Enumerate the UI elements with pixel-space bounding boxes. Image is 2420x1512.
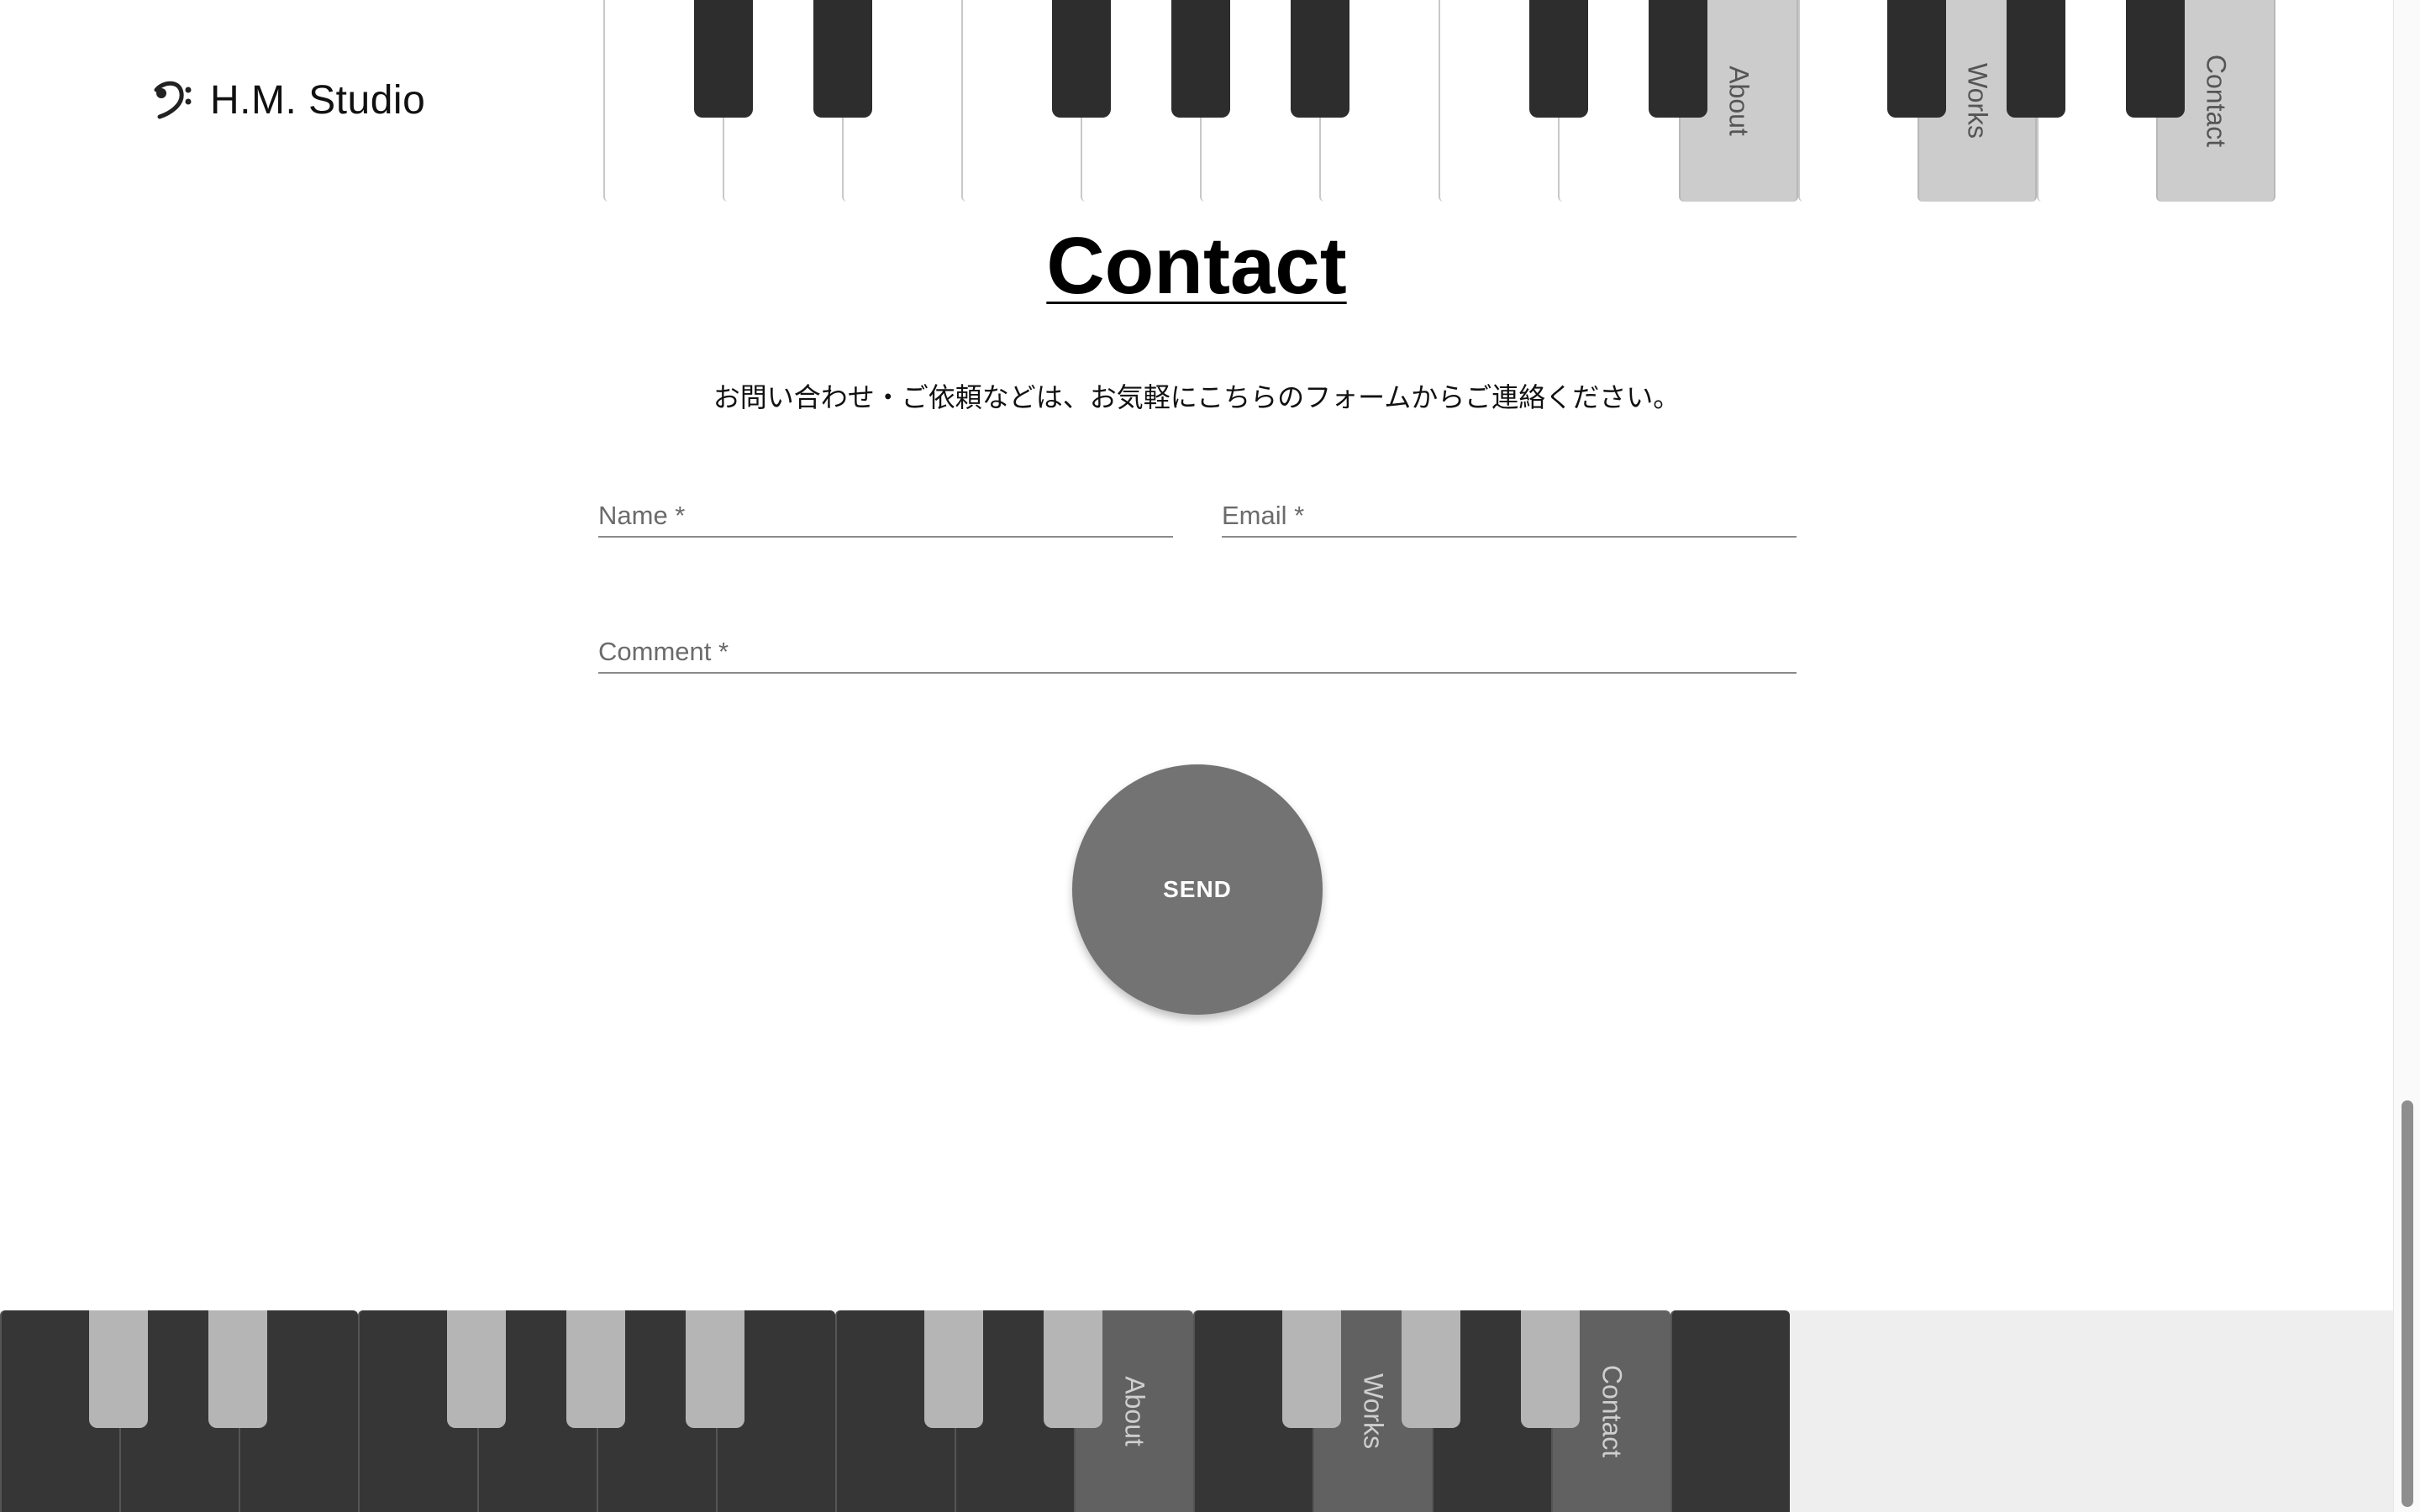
piano-black-key	[1887, 0, 1946, 118]
comment-field[interactable]	[598, 625, 1797, 674]
bass-clef-icon	[154, 81, 192, 118]
name-field[interactable]	[598, 489, 1173, 538]
brand-name: H.M. Studio	[210, 78, 426, 123]
scrollbar[interactable]	[2393, 0, 2420, 1512]
contact-intro-text: お問い合わせ・ご依頼などは、お気軽にこちらのフォームからご連絡ください。	[713, 381, 1681, 413]
piano-black-key	[686, 1310, 744, 1428]
comment-input[interactable]	[598, 625, 1797, 672]
piano-black-key	[566, 1310, 625, 1428]
email-input[interactable]	[1222, 489, 1797, 536]
piano-black-key	[2007, 0, 2065, 118]
piano-black-key	[1649, 0, 1707, 118]
piano-black-key	[694, 0, 753, 118]
piano-black-key	[924, 1310, 983, 1428]
piano-black-key	[1044, 1310, 1102, 1428]
name-input[interactable]	[598, 489, 1173, 536]
piano-black-key	[1529, 0, 1588, 118]
site-logo[interactable]: H.M. Studio	[151, 77, 425, 123]
scrollbar-thumb[interactable]	[2402, 1100, 2413, 1507]
piano-black-key	[1171, 0, 1230, 118]
email-field[interactable]	[1222, 489, 1797, 538]
footer-nav-works-label: Works	[1358, 1373, 1389, 1450]
piano-black-key	[1521, 1310, 1580, 1428]
page-title: Contact	[1046, 221, 1347, 311]
piano-black-key	[1402, 1310, 1460, 1428]
piano-black-key	[1291, 0, 1349, 118]
footer-nav-contact-label: Contact	[1597, 1364, 1628, 1458]
piano-black-key	[813, 0, 872, 118]
nav-works-label: Works	[1962, 62, 1993, 139]
piano-black-key	[208, 1310, 267, 1428]
piano-black-key	[2126, 0, 2185, 118]
nav-contact-label: Contact	[2201, 54, 2232, 148]
piano-black-key	[447, 1310, 506, 1428]
header-piano-nav: About Works Contact	[603, 0, 2284, 202]
piano-black-key	[89, 1310, 148, 1428]
send-button[interactable]: SEND	[1072, 764, 1323, 1015]
piano-black-key	[1282, 1310, 1341, 1428]
piano-black-key	[1052, 0, 1111, 118]
piano-white-key	[1670, 1310, 1790, 1512]
nav-about-label: About	[1723, 66, 1754, 136]
footer-nav-about-label: About	[1119, 1376, 1150, 1446]
footer-piano-nav: About Works Contact	[0, 1310, 1793, 1512]
